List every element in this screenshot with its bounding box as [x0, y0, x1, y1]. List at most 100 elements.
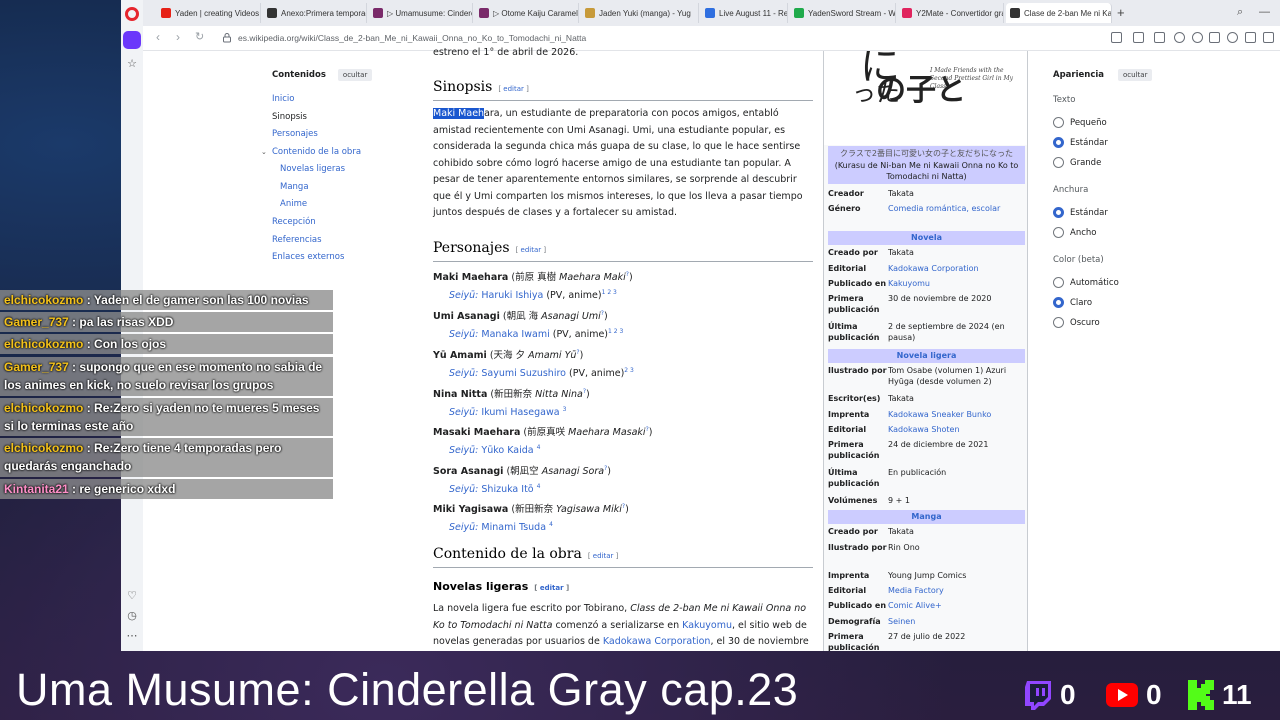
appearance-option[interactable]: Oscuro — [1053, 317, 1100, 328]
help-ref[interactable]: ? — [626, 271, 629, 278]
browser-tab[interactable]: Anexo:Primera temporada — [263, 3, 367, 23]
infobox-value[interactable]: Kadokawa Sneaker Bunko — [888, 409, 1026, 420]
help-ref[interactable]: ? — [646, 426, 649, 433]
radio-button[interactable] — [1053, 297, 1064, 308]
seiyu-label[interactable]: Seiyū: — [449, 407, 478, 418]
reference-link[interactable]: 2 3 — [624, 367, 634, 374]
infobox-value[interactable]: Kakuyomu — [888, 278, 1026, 289]
infobox-value[interactable]: Comic Alive+ — [888, 600, 1026, 611]
url-field[interactable]: es.wikipedia.org/wiki/Class_de_2-ban_Me_… — [238, 33, 586, 43]
browser-tab[interactable]: Y2Mate - Convertidor gra — [898, 3, 1004, 23]
browser-tab[interactable]: Live August 11 - Restream — [701, 3, 788, 23]
seiyu-link[interactable]: Minami Tsuda — [481, 522, 546, 533]
appearance-option[interactable]: Claro — [1053, 297, 1092, 308]
seiyu-link[interactable]: Yūko Kaida — [481, 445, 533, 456]
seiyu-link[interactable]: Haruki Ishiya — [481, 290, 543, 301]
infobox-value[interactable]: Kadokawa Shoten — [888, 424, 1026, 435]
help-ref[interactable]: ? — [583, 388, 586, 395]
seiyu-link[interactable]: Shizuka Itō — [481, 484, 533, 495]
browser-tab[interactable]: YadenSword Stream - Wa — [790, 3, 896, 23]
appearance-option[interactable]: Grande — [1053, 157, 1101, 168]
appearance-option[interactable]: Ancho — [1053, 227, 1096, 238]
infobox-value[interactable]: Comedia romántica, escolar — [888, 203, 1026, 214]
toc-item-sinopsis[interactable]: Sinopsis — [272, 112, 307, 122]
new-tab-button[interactable]: + — [1117, 5, 1125, 20]
appearance-option[interactable]: Pequeño — [1053, 117, 1107, 128]
seiyu-label[interactable]: Seiyū: — [449, 290, 478, 301]
appearance-option[interactable]: Automático — [1053, 277, 1119, 288]
bookmark-icon[interactable] — [1209, 32, 1220, 43]
help-ref[interactable]: ? — [576, 349, 579, 356]
camera-icon[interactable] — [1154, 32, 1165, 43]
browser-tab[interactable]: ▷ Otome Kaiju Caramelise — [475, 3, 579, 23]
star-icon[interactable]: ☆ — [126, 58, 138, 70]
radio-button[interactable] — [1053, 157, 1064, 168]
radio-button[interactable] — [1053, 227, 1064, 238]
help-ref[interactable]: ? — [601, 310, 604, 317]
infobox-section-header[interactable]: Novela ligera — [828, 349, 1025, 364]
download-icon[interactable] — [1245, 32, 1256, 43]
toc-item-recepcion[interactable]: Recepción — [272, 217, 316, 227]
opera-logo-icon[interactable] — [125, 7, 139, 21]
toc-hide-button[interactable]: ocultar — [337, 69, 373, 81]
toc-item-anime[interactable]: Anime — [280, 199, 307, 209]
vpn-icon[interactable] — [1192, 32, 1203, 43]
seiyu-label[interactable]: Seiyū: — [449, 522, 478, 533]
toc-item-novelas[interactable]: Novelas ligeras — [280, 164, 345, 174]
seiyu-link[interactable]: Sayumi Suzushiro — [481, 368, 566, 379]
kadokawa-link[interactable]: Kadokawa Corporation — [603, 636, 711, 647]
appearance-hide-button[interactable]: ocultar — [1118, 69, 1153, 81]
radio-button[interactable] — [1053, 137, 1064, 148]
edit-contenido-link[interactable]: [ editar ] — [588, 552, 619, 560]
toc-item-contenido[interactable]: Contenido de la obra — [272, 147, 361, 157]
reference-link[interactable]: 4 — [549, 521, 553, 528]
reference-link[interactable]: 1 2 3 — [608, 328, 623, 335]
reference-link[interactable]: 1 2 3 — [602, 289, 617, 296]
reference-link[interactable]: 4 — [537, 444, 541, 451]
browser-tab[interactable]: Clase de 2-ban Me ni Kaw× — [1006, 3, 1112, 23]
seiyu-label[interactable]: Seiyū: — [449, 445, 478, 456]
browser-tab[interactable]: ▷ Umamusume: Cinderella — [369, 3, 473, 23]
appearance-option[interactable]: Estándar — [1053, 207, 1108, 218]
appearance-option[interactable]: Estándar — [1053, 137, 1108, 148]
search-tabs-icon[interactable]: ⌕ — [1237, 6, 1243, 19]
browser-tab[interactable]: Jaden Yuki (manga) - Yug — [581, 3, 699, 23]
radio-button[interactable] — [1053, 117, 1064, 128]
seiyu-label[interactable]: Seiyū: — [449, 484, 478, 495]
kakuyomu-link[interactable]: Kakuyomu — [682, 620, 732, 631]
toc-item-enlaces[interactable]: Enlaces externos — [272, 252, 344, 262]
help-ref[interactable]: ? — [622, 503, 625, 510]
infobox-value[interactable]: Seinen — [888, 616, 1026, 627]
more-icon[interactable]: ⋯ — [126, 630, 138, 642]
reference-link[interactable]: 4 — [537, 483, 541, 490]
edit-sinopsis-link[interactable]: [ editar ] — [498, 85, 529, 93]
toc-item-inicio[interactable]: Inicio — [272, 94, 295, 104]
history-icon[interactable]: ◷ — [126, 610, 138, 622]
radio-button[interactable] — [1053, 277, 1064, 288]
radio-button[interactable] — [1053, 317, 1064, 328]
seiyu-label[interactable]: Seiyū: — [449, 329, 478, 340]
toc-item-personajes[interactable]: Personajes — [272, 129, 318, 139]
heart-icon[interactable] — [1227, 32, 1238, 43]
toc-expand-icon[interactable]: ⌄ — [261, 148, 267, 156]
toc-item-manga[interactable]: Manga — [280, 182, 309, 192]
infobox-section-header[interactable]: Novela — [828, 231, 1025, 246]
infobox-value[interactable]: Media Factory — [888, 585, 1026, 596]
edit-novelas-link[interactable]: [ editar ] — [534, 584, 569, 592]
aria-ai-icon[interactable] — [123, 31, 141, 49]
heart-icon[interactable]: ♡ — [126, 590, 138, 602]
cover-image[interactable]: に の子と った I Made Friends with the Second … — [824, 51, 1027, 145]
edit-personajes-link[interactable]: [ editar ] — [516, 246, 547, 254]
toc-item-referencias[interactable]: Referencias — [272, 235, 322, 245]
infobox-section-header[interactable]: Manga — [828, 510, 1025, 525]
infobox-value[interactable]: Kadokawa Corporation — [888, 263, 1026, 274]
minimize-icon[interactable]: — — [1259, 6, 1270, 18]
radio-button[interactable] — [1053, 207, 1064, 218]
adblock-icon[interactable] — [1174, 32, 1185, 43]
reference-link[interactable]: 3 — [563, 406, 567, 413]
seiyu-label[interactable]: Seiyū: — [449, 368, 478, 379]
reader-icon[interactable] — [1111, 32, 1122, 43]
seiyu-link[interactable]: Ikumi Hasegawa — [481, 407, 559, 418]
menu-icon[interactable] — [1263, 32, 1274, 43]
seiyu-link[interactable]: Manaka Iwami — [481, 329, 549, 340]
